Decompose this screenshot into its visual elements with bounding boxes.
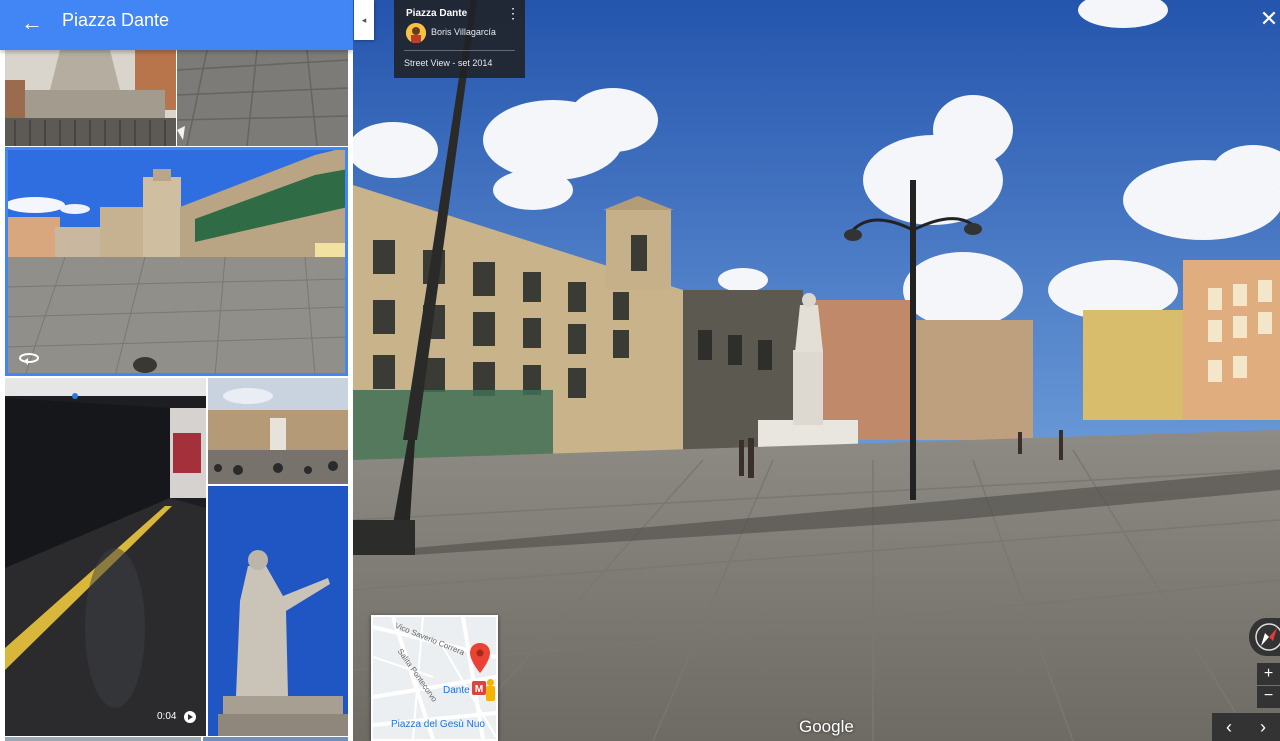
- google-logo: Google: [799, 717, 854, 736]
- back-button[interactable]: ←: [18, 9, 46, 37]
- close-button[interactable]: ✕: [1258, 6, 1280, 32]
- avatar[interactable]: [406, 23, 426, 43]
- photo-thumbnail-obelisk[interactable]: [5, 50, 176, 146]
- next-photo-button[interactable]: ›: [1246, 713, 1280, 741]
- pegman-icon: [486, 679, 495, 701]
- author-name[interactable]: Boris Villagarcía: [431, 27, 496, 37]
- 360-icon: [19, 353, 39, 365]
- photo-thumbnail-metro-video[interactable]: [5, 378, 206, 736]
- chevron-left-icon: ◂: [361, 15, 367, 25]
- page-title: Piazza Dante: [62, 10, 170, 30]
- place-label: Piazza del Gesù Nuo: [391, 719, 485, 730]
- photo-thumbnail-partial-1[interactable]: [5, 737, 201, 741]
- plus-icon: +: [1263, 665, 1274, 682]
- minus-icon: −: [1263, 687, 1274, 704]
- photo-thumbnail-dante-statue[interactable]: [208, 486, 348, 736]
- compass-button[interactable]: [1249, 618, 1280, 656]
- photo-thumbnail-pavement[interactable]: [177, 50, 348, 146]
- photo-thumbnail-partial-2[interactable]: [203, 737, 348, 741]
- play-circle-icon: [184, 711, 196, 723]
- more-vert-icon[interactable]: ⋮: [506, 6, 520, 20]
- arrow-back-icon: ←: [21, 10, 43, 35]
- photo-thumbnail-piazza[interactable]: [208, 378, 348, 484]
- zoom-in-button[interactable]: +: [1257, 663, 1280, 685]
- photo-thumbnail-panorama[interactable]: [5, 147, 348, 376]
- close-icon: ✕: [1259, 6, 1279, 31]
- panel-header: ← Piazza Dante: [0, 0, 353, 50]
- capture-date: Street View - set 2014: [404, 58, 493, 68]
- compass-icon: [1255, 623, 1280, 651]
- map-pin-icon: [470, 643, 490, 673]
- divider: [404, 50, 515, 51]
- photo-info-card: Piazza Dante ⋮ Boris Villagarcía Street …: [394, 0, 525, 78]
- photo-navigation: ‹ ›: [1212, 713, 1280, 741]
- info-card-title: Piazza Dante: [406, 8, 468, 19]
- chevron-right-icon: ›: [1260, 717, 1266, 737]
- metro-station-label: Dante: [443, 685, 470, 696]
- minimap[interactable]: Vico Saverio Correra Salita Pontecorvo D…: [371, 615, 498, 741]
- chevron-left-icon: ‹: [1226, 717, 1232, 737]
- zoom-out-button[interactable]: −: [1257, 686, 1280, 708]
- previous-photo-button[interactable]: ‹: [1212, 713, 1246, 741]
- svg-text:M: M: [475, 684, 483, 695]
- metro-icon: M: [472, 681, 486, 695]
- collapse-panel-button[interactable]: ◂: [354, 0, 374, 40]
- photo-panel: ← Piazza Dante 0:04: [0, 0, 353, 741]
- video-duration: 0:04: [157, 711, 177, 722]
